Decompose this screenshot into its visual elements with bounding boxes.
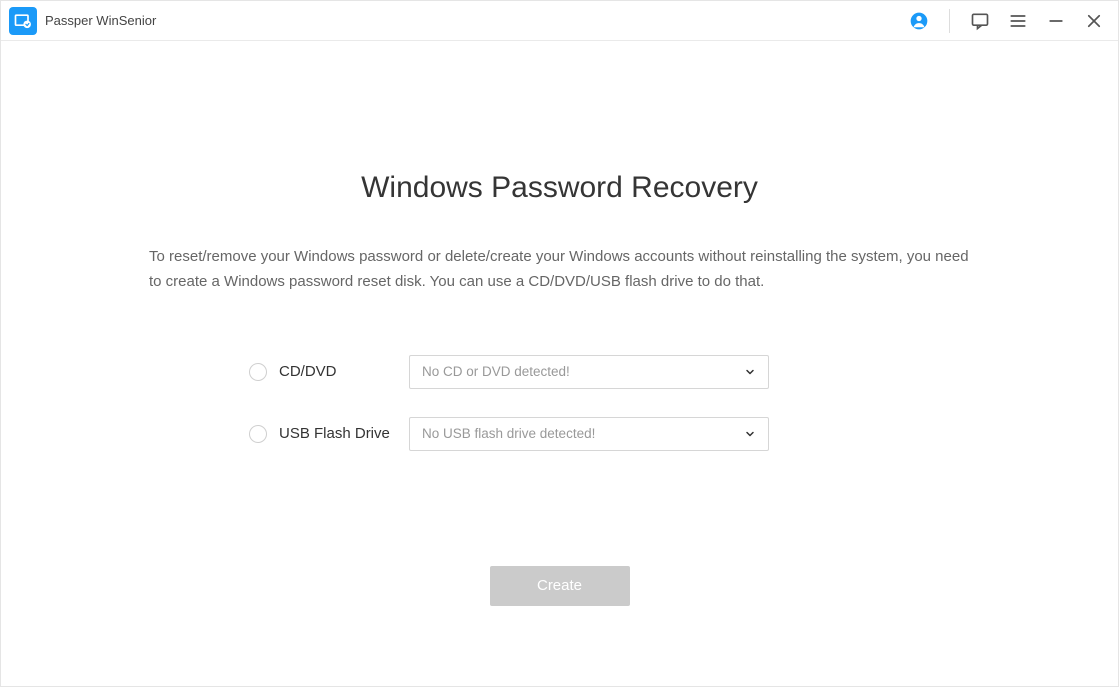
label-cd-dvd: CD/DVD [279, 363, 409, 380]
feedback-icon[interactable] [968, 9, 992, 33]
dropdown-usb-text: No USB flash drive detected! [422, 426, 744, 441]
chevron-down-icon [744, 428, 756, 440]
main-content: Windows Password Recovery To reset/remov… [1, 41, 1118, 686]
option-usb: USB Flash Drive No USB flash drive detec… [249, 417, 970, 451]
radio-cd-dvd[interactable] [249, 363, 267, 381]
titlebar-left: Passper WinSenior [9, 7, 156, 35]
close-icon[interactable] [1082, 9, 1106, 33]
menu-icon[interactable] [1006, 9, 1030, 33]
create-button[interactable]: Create [490, 566, 630, 606]
label-usb: USB Flash Drive [279, 425, 409, 442]
app-title: Passper WinSenior [45, 13, 156, 28]
user-account-icon[interactable] [907, 9, 931, 33]
page-heading: Windows Password Recovery [149, 171, 970, 205]
titlebar-right [907, 9, 1106, 33]
titlebar-divider [949, 9, 950, 33]
dropdown-cd-dvd-text: No CD or DVD detected! [422, 364, 744, 379]
dropdown-cd-dvd[interactable]: No CD or DVD detected! [409, 355, 769, 389]
dropdown-usb[interactable]: No USB flash drive detected! [409, 417, 769, 451]
titlebar: Passper WinSenior [1, 1, 1118, 41]
radio-usb[interactable] [249, 425, 267, 443]
minimize-icon[interactable] [1044, 9, 1068, 33]
options-group: CD/DVD No CD or DVD detected! USB Flash … [249, 355, 970, 451]
option-cd-dvd: CD/DVD No CD or DVD detected! [249, 355, 970, 389]
app-window: Passper WinSenior [0, 0, 1119, 687]
app-logo-icon [9, 7, 37, 35]
page-description: To reset/remove your Windows password or… [149, 245, 970, 295]
chevron-down-icon [744, 366, 756, 378]
